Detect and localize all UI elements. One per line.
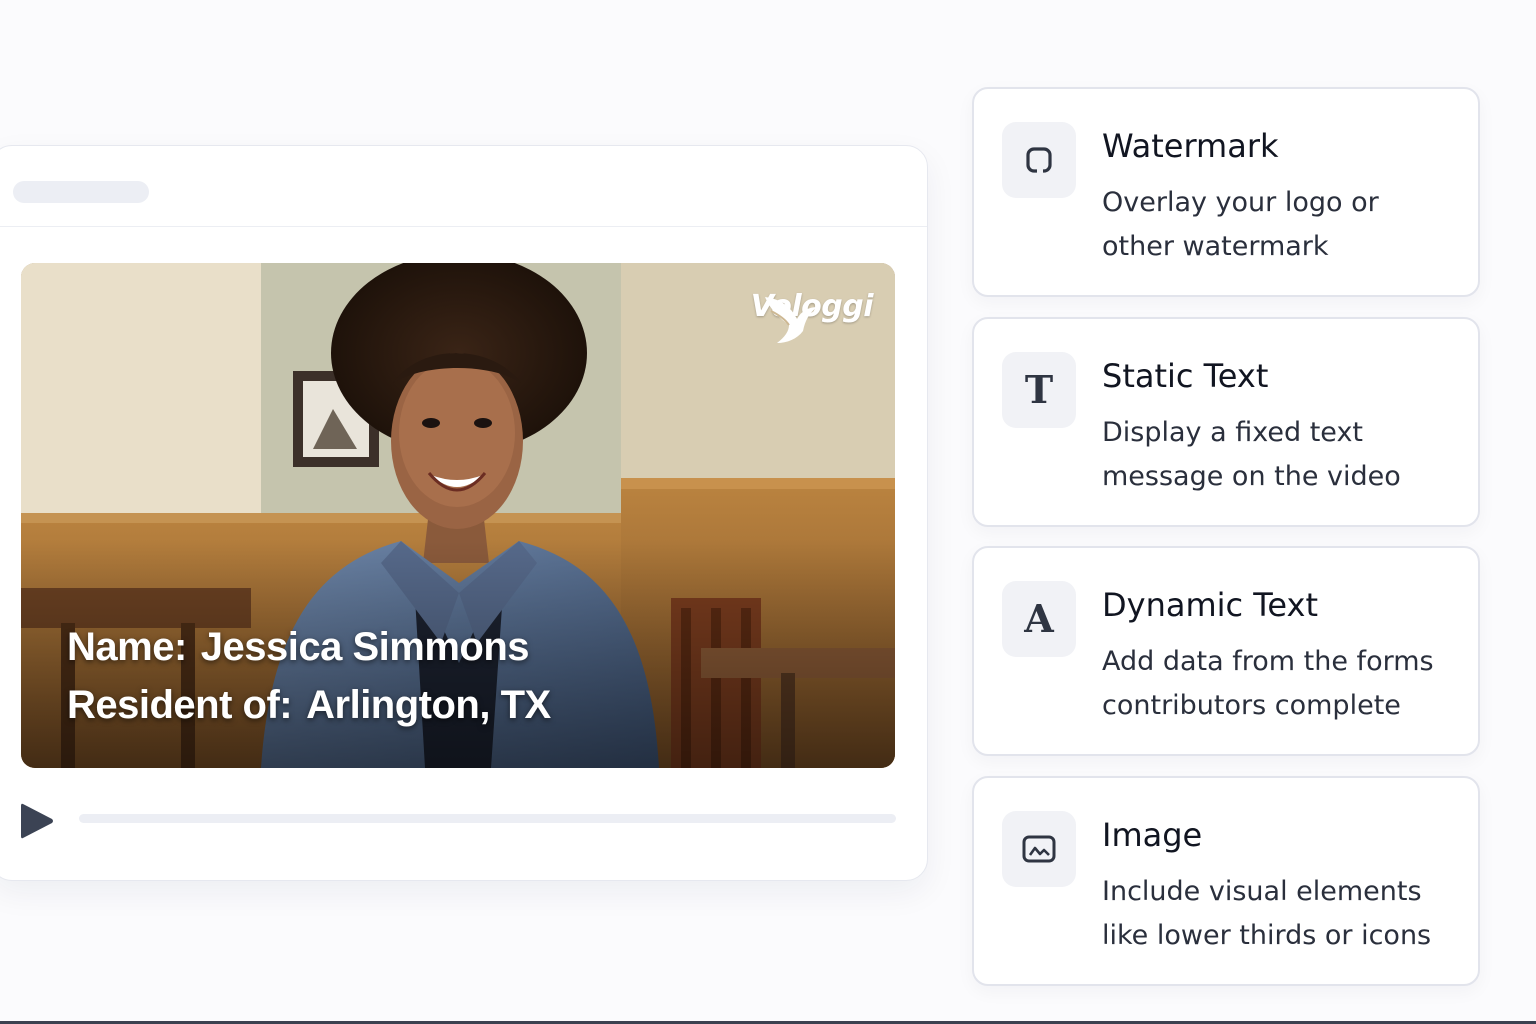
feature-card-watermark[interactable]: Watermark Overlay your logo or other wat… <box>972 87 1480 297</box>
brand-watermark: Vologgi <box>751 289 874 343</box>
resident-line: Resident of: Arlington, TX <box>67 676 551 734</box>
feature-card-image[interactable]: Image Include visual elements like lower… <box>972 776 1480 986</box>
feature-card-static-text[interactable]: T Static Text Display a fixed text messa… <box>972 317 1480 527</box>
feature-desc-line: Display a fixed text <box>1102 417 1364 448</box>
feature-icon-box <box>1002 122 1076 198</box>
feature-desc-line: other watermark <box>1102 231 1329 262</box>
video-preview[interactable]: Vologgi Name: Jessica Simmons Resident of… <box>21 263 895 768</box>
feature-desc-line: contributors complete <box>1102 690 1401 721</box>
feature-desc-line: Add data from the forms <box>1102 646 1434 677</box>
feature-icon-box <box>1002 811 1076 887</box>
lower-third-overlay: Name: Jessica Simmons Resident of: Arlingt… <box>67 618 551 734</box>
name-label: Name: <box>67 625 187 669</box>
feature-icon-box: T <box>1002 352 1076 428</box>
feature-description: Include visual elements like lower third… <box>1102 870 1462 958</box>
resident-value: Arlington, TX <box>306 683 551 727</box>
feature-desc-line: message on the video <box>1102 461 1401 492</box>
play-button[interactable] <box>19 801 55 841</box>
feature-desc-line: like lower thirds or icons <box>1102 920 1432 951</box>
name-value: Jessica Simmons <box>200 625 530 669</box>
feature-title: Watermark <box>1102 127 1279 165</box>
feature-title: Image <box>1102 816 1203 854</box>
feature-description: Add data from the forms contributors com… <box>1102 640 1462 728</box>
header-placeholder-pill <box>13 181 149 203</box>
name-line: Name: Jessica Simmons <box>67 618 551 676</box>
header-divider <box>0 226 927 227</box>
feature-desc-line: Overlay your logo or <box>1102 187 1379 218</box>
image-icon <box>1022 835 1056 863</box>
resident-label: Resident of: <box>67 683 293 727</box>
feature-desc-line: Include visual elements <box>1102 876 1422 907</box>
watermark-icon <box>1026 147 1052 173</box>
play-icon <box>21 803 53 839</box>
feature-description: Display a fixed text message on the vide… <box>1102 411 1462 499</box>
bird-logo-icon <box>764 297 817 343</box>
feature-title: Static Text <box>1102 357 1269 395</box>
feature-title: Dynamic Text <box>1102 586 1319 624</box>
text-t-icon: T <box>1024 367 1054 412</box>
video-player-card: Vologgi Name: Jessica Simmons Resident of… <box>0 145 928 881</box>
feature-icon-box: A <box>1002 581 1076 657</box>
feature-description: Overlay your logo or other watermark <box>1102 181 1462 269</box>
progress-bar[interactable] <box>79 814 896 823</box>
text-a-icon: A <box>1024 596 1054 641</box>
feature-card-dynamic-text[interactable]: A Dynamic Text Add data from the forms c… <box>972 546 1480 756</box>
